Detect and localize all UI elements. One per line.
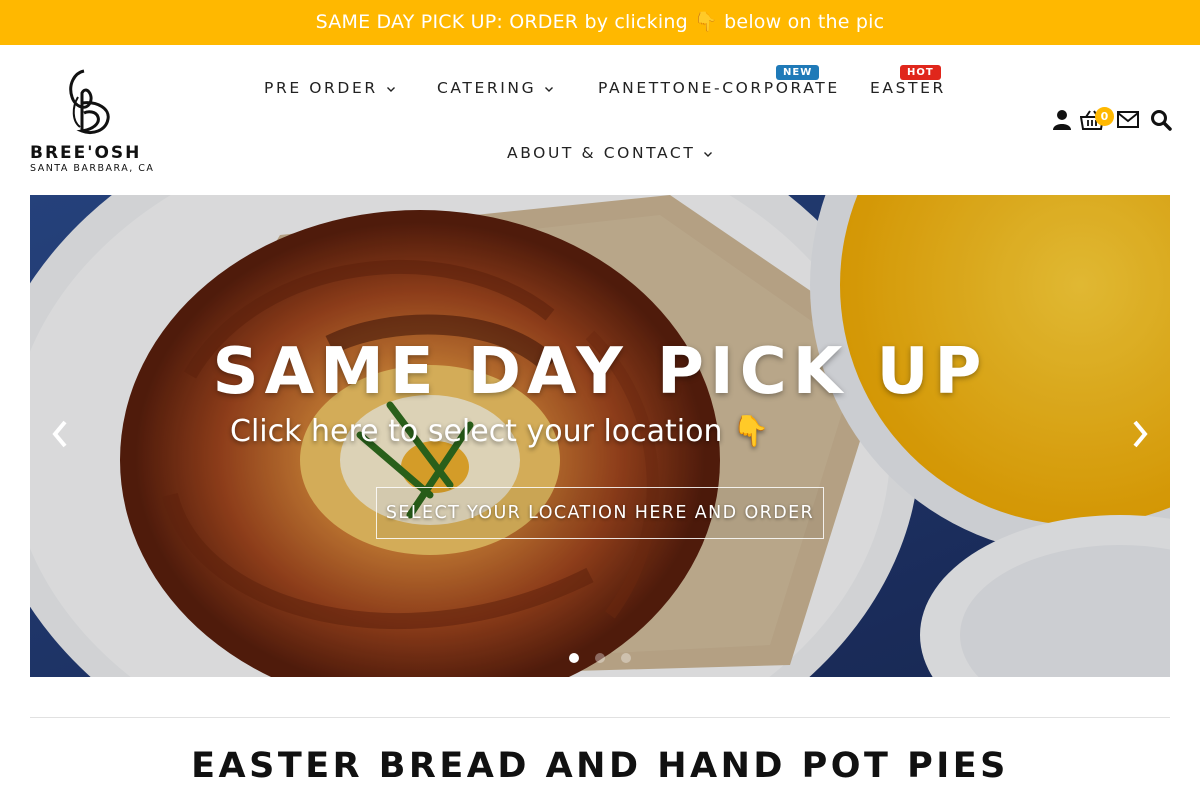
select-location-button[interactable]: SELECT YOUR LOCATION HERE AND ORDER [376, 487, 824, 539]
chevron-right-icon[interactable] [1128, 417, 1152, 451]
logo-location: SANTA BARBARA, CA [30, 163, 155, 174]
envelope-icon[interactable] [1117, 110, 1141, 134]
nav-item-easter[interactable]: EASTER [870, 79, 946, 97]
nav-item-label: PRE ORDER [264, 79, 378, 97]
nav-item-about-contact[interactable]: ABOUT & CONTACT [507, 144, 713, 162]
nav-item-panettone-corporate[interactable]: PANETTONE-CORPORATE [598, 79, 840, 97]
chevron-down-icon [386, 86, 395, 92]
search-icon[interactable] [1150, 109, 1174, 133]
slider-dot-active[interactable] [569, 653, 579, 663]
hot-badge: HOT [900, 65, 941, 80]
chevron-down-icon [704, 151, 713, 157]
slider-dot[interactable] [595, 653, 605, 663]
nav-item-label: ABOUT & CONTACT [507, 144, 696, 162]
site-header: BREE'OSH SANTA BARBARA, CA PRE ORDER CAT… [0, 45, 1200, 195]
section-divider [30, 717, 1170, 718]
logo-name: BREE'OSH [30, 143, 142, 163]
hero-subtitle[interactable]: Click here to select your location 👇 [230, 414, 769, 449]
section-title: EASTER BREAD AND HAND POT PIES [191, 746, 1009, 786]
chevron-left-icon[interactable] [48, 417, 72, 451]
promo-bar-text[interactable]: SAME DAY PICK UP: ORDER by clicking 👇 be… [316, 11, 885, 33]
nav-item-label: PANETTONE-CORPORATE [598, 79, 840, 97]
promo-bar[interactable]: SAME DAY PICK UP: ORDER by clicking 👇 be… [0, 0, 1200, 45]
nav-item-pre-order[interactable]: PRE ORDER [264, 79, 396, 97]
cart-count-badge: 0 [1095, 107, 1114, 126]
nav-item-catering[interactable]: CATERING [437, 79, 554, 97]
slider-dots [564, 653, 644, 663]
site-logo[interactable]: BREE'OSH SANTA BARBARA, CA [28, 67, 155, 174]
hero-title: SAME DAY PICK UP [212, 335, 988, 409]
user-icon[interactable] [1051, 108, 1075, 132]
logo-monogram-icon [69, 69, 110, 134]
new-badge: NEW [776, 65, 820, 80]
nav-item-label: EASTER [870, 79, 946, 97]
hero-slider[interactable]: SAME DAY PICK UP Click here to select yo… [30, 195, 1170, 677]
slider-dot[interactable] [621, 653, 631, 663]
nav-item-label: CATERING [437, 79, 537, 97]
chevron-down-icon [545, 86, 554, 92]
